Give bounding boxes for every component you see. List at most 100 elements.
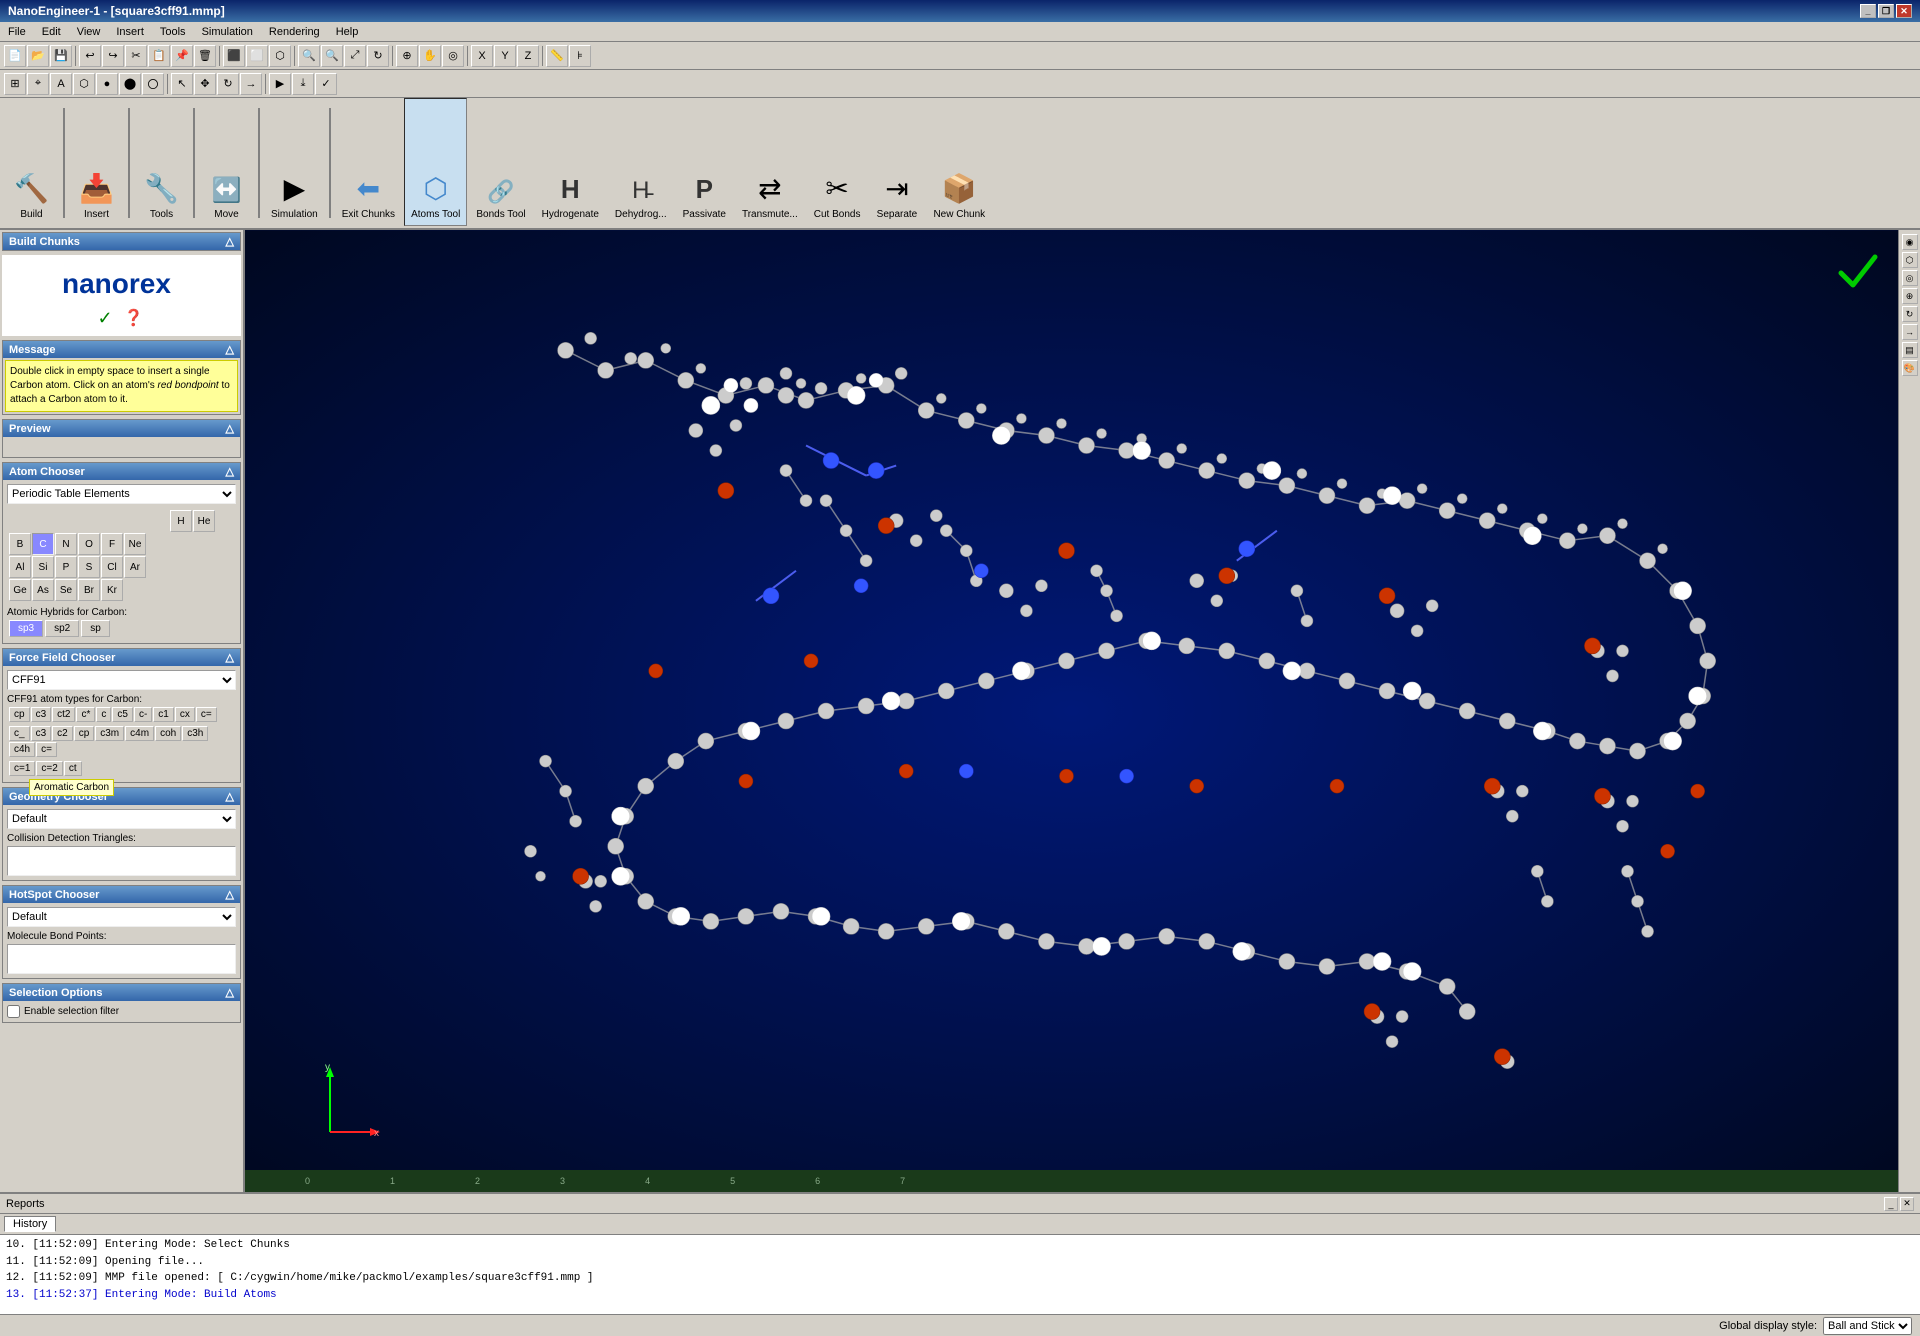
atomtype-cx[interactable]: cx <box>175 707 195 722</box>
forcefield-header[interactable]: Force Field Chooser △ <box>3 649 240 666</box>
atomtype-c-u[interactable]: c_ <box>9 726 30 741</box>
atomtype-c4m[interactable]: c4m <box>125 726 154 741</box>
atomtype-ceq1[interactable]: c=1 <box>9 761 35 776</box>
atomtype-cp2[interactable]: cp <box>74 726 95 741</box>
menu-insert[interactable]: Insert <box>108 24 152 40</box>
tb-pan[interactable]: ✋ <box>419 45 441 67</box>
transmute-tool[interactable]: ⇄ Transmute... <box>735 98 805 226</box>
preview-collapse[interactable]: △ <box>226 422 234 435</box>
tb-zoom-out[interactable]: 🔍 <box>321 45 343 67</box>
tb-undo[interactable]: ↩ <box>79 45 101 67</box>
tb-minimize[interactable]: ⤓ <box>292 73 314 95</box>
atom-Ge[interactable]: Ge <box>9 579 31 601</box>
tb-check[interactable]: ✓ <box>315 73 337 95</box>
atomtype-ceq2b[interactable]: c=2 <box>36 761 62 776</box>
atom-Se[interactable]: Se <box>55 579 77 601</box>
tb-center[interactable]: ⊕ <box>396 45 418 67</box>
atom-chooser-collapse[interactable]: △ <box>226 465 234 478</box>
tb-cpk[interactable]: ⬤ <box>119 73 141 95</box>
atom-Al[interactable]: Al <box>9 556 31 578</box>
menu-edit[interactable]: Edit <box>34 24 69 40</box>
tab-history[interactable]: History <box>4 1216 56 1232</box>
exit-chunks-tool[interactable]: ⬅ Exit Chunks <box>335 98 402 226</box>
selection-collapse[interactable]: △ <box>226 986 234 999</box>
atom-Ar[interactable]: Ar <box>124 556 146 578</box>
tb-rotate-mode[interactable]: ↻ <box>217 73 239 95</box>
tb-fit[interactable]: ⤢ <box>344 45 366 67</box>
restore-button[interactable]: ❐ <box>1878 4 1894 18</box>
tb-copy[interactable]: 📋 <box>148 45 170 67</box>
right-btn-2[interactable]: ⬡ <box>1902 252 1918 268</box>
atomtype-c[interactable]: c <box>96 707 111 722</box>
tb-select-mode[interactable]: ↖ <box>171 73 193 95</box>
bonds-tool[interactable]: 🔗 Bonds Tool <box>469 98 532 226</box>
tb-zoom-in[interactable]: 🔍 <box>298 45 320 67</box>
geometry-collapse[interactable]: △ <box>226 790 234 803</box>
atomtype-c3m[interactable]: c3m <box>95 726 124 741</box>
logo-ok-btn[interactable]: ✓ <box>98 308 120 330</box>
atomtype-c4h[interactable]: c4h <box>9 742 35 757</box>
build-tool[interactable]: 🔨 Build <box>4 98 59 226</box>
tb-rotate[interactable]: ↻ <box>367 45 389 67</box>
hotspot-collapse[interactable]: △ <box>226 888 234 901</box>
atomtype-ceq[interactable]: c= <box>196 707 217 722</box>
atom-Br[interactable]: Br <box>78 579 100 601</box>
tb-sim-run[interactable]: ▶ <box>269 73 291 95</box>
atom-He[interactable]: He <box>193 510 215 532</box>
tb-grid[interactable]: ⊞ <box>4 73 26 95</box>
tb-z[interactable]: Z <box>517 45 539 67</box>
separate-tool[interactable]: ⇥ Separate <box>869 98 924 226</box>
reports-close[interactable]: ✕ <box>1900 1197 1914 1211</box>
atom-H[interactable]: H <box>170 510 192 532</box>
tb-measure[interactable]: 📏 <box>546 45 568 67</box>
atom-O[interactable]: O <box>78 533 100 555</box>
atom-B[interactable]: B <box>9 533 31 555</box>
dehydrogenate-tool[interactable]: H̵ Dehydrog... <box>608 98 674 226</box>
atom-Si[interactable]: Si <box>32 556 54 578</box>
atom-Cl[interactable]: Cl <box>101 556 123 578</box>
atomtype-cstar[interactable]: c* <box>76 707 95 722</box>
menu-file[interactable]: File <box>0 24 34 40</box>
periodic-table-dropdown[interactable]: Periodic Table Elements <box>7 484 236 504</box>
atom-C[interactable]: C <box>32 533 54 555</box>
atomtype-ct2[interactable]: ct2 <box>52 707 75 722</box>
tb-axes[interactable]: ⌖ <box>27 73 49 95</box>
atomtype-c2[interactable]: c2 <box>52 726 73 741</box>
tb-select-all[interactable]: ⬛ <box>223 45 245 67</box>
atom-As[interactable]: As <box>32 579 54 601</box>
atomtype-c1[interactable]: c1 <box>153 707 174 722</box>
right-btn-6[interactable]: → <box>1902 324 1918 340</box>
tb-translate[interactable]: → <box>240 73 262 95</box>
atom-chooser-header[interactable]: Atom Chooser △ <box>3 463 240 480</box>
atom-F[interactable]: F <box>101 533 123 555</box>
hybrid-sp[interactable]: sp <box>81 620 110 637</box>
viewport[interactable]: x y 0 1 2 3 4 5 6 7 <box>245 230 1898 1192</box>
tb-delete[interactable]: 🗑 <box>194 45 216 67</box>
tb-orient[interactable]: ◎ <box>442 45 464 67</box>
preview-header[interactable]: Preview △ <box>3 420 240 437</box>
atom-P[interactable]: P <box>55 556 77 578</box>
tools-tool[interactable]: 🔧 Tools <box>134 98 189 226</box>
tb-labels[interactable]: A <box>50 73 72 95</box>
atomtype-cp[interactable]: cp <box>9 707 30 722</box>
hydrogenate-tool[interactable]: H Hydrogenate <box>535 98 606 226</box>
tb-save[interactable]: 💾 <box>50 45 72 67</box>
forcefield-dropdown[interactable]: CFF91 <box>7 670 236 690</box>
tb-cut[interactable]: ✂ <box>125 45 147 67</box>
build-chunks-collapse[interactable]: △ <box>226 235 234 248</box>
menu-tools[interactable]: Tools <box>152 24 194 40</box>
logo-help-btn[interactable]: ❓ <box>124 308 146 330</box>
menu-rendering[interactable]: Rendering <box>261 24 328 40</box>
hotspot-dropdown[interactable]: Default <box>7 907 236 927</box>
tb-x[interactable]: X <box>471 45 493 67</box>
atomtype-c5[interactable]: c5 <box>112 707 133 722</box>
atom-S[interactable]: S <box>78 556 100 578</box>
atomtype-c3b[interactable]: c3 <box>31 726 52 741</box>
right-btn-5[interactable]: ↻ <box>1902 306 1918 322</box>
cut-bonds-tool[interactable]: ✂ Cut Bonds <box>807 98 868 226</box>
right-btn-7[interactable]: ▤ <box>1902 342 1918 358</box>
message-header[interactable]: Message △ <box>3 341 240 358</box>
atom-Kr[interactable]: Kr <box>101 579 123 601</box>
move-tool[interactable]: ↔️ Move <box>199 98 254 226</box>
geometry-dropdown[interactable]: Default <box>7 809 236 829</box>
